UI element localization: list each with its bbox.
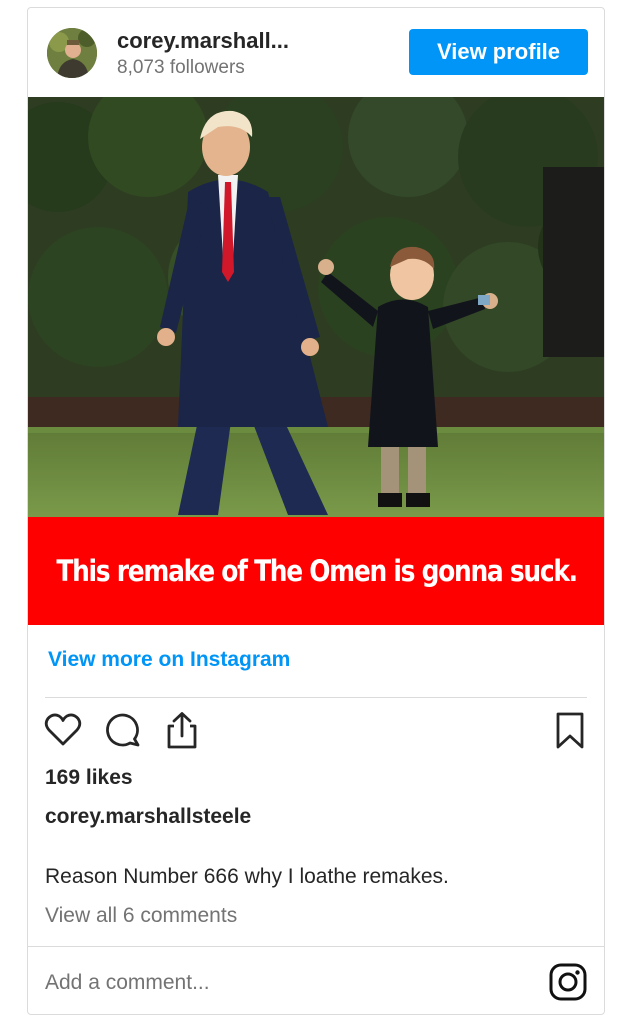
share-icon[interactable] (162, 710, 202, 750)
post-photo (28, 97, 604, 517)
follower-count: 8,073 followers (117, 57, 245, 78)
comment-icon[interactable] (103, 710, 143, 750)
post-caption: Reason Number 666 why I loathe remakes. (45, 865, 449, 888)
post-media[interactable]: This remake of The Omen is gonna suck. (28, 97, 604, 625)
bookmark-icon[interactable] (550, 710, 590, 750)
caption-banner: This remake of The Omen is gonna suck. (28, 517, 604, 625)
view-profile-button[interactable]: View profile (409, 29, 588, 75)
action-bar (28, 710, 604, 756)
instagram-icon[interactable] (549, 963, 587, 1001)
view-comments-link[interactable]: View all 6 comments (45, 904, 237, 928)
username[interactable]: corey.marshall... (117, 28, 289, 54)
post-header: corey.marshall... 8,073 followers View p… (28, 8, 604, 97)
divider (45, 697, 587, 698)
divider (28, 946, 604, 947)
add-comment-input[interactable]: Add a comment... (45, 971, 210, 995)
instagram-embed-card: corey.marshall... 8,073 followers View p… (27, 7, 605, 1015)
heart-icon[interactable] (43, 710, 83, 750)
caption-author[interactable]: corey.marshallsteele (45, 805, 251, 829)
view-more-link[interactable]: View more on Instagram (48, 648, 290, 672)
avatar-image (47, 28, 97, 78)
caption-banner-text: This remake of The Omen is gonna suck. (56, 554, 579, 588)
avatar[interactable] (47, 28, 97, 78)
like-count[interactable]: 169 likes (45, 766, 133, 790)
